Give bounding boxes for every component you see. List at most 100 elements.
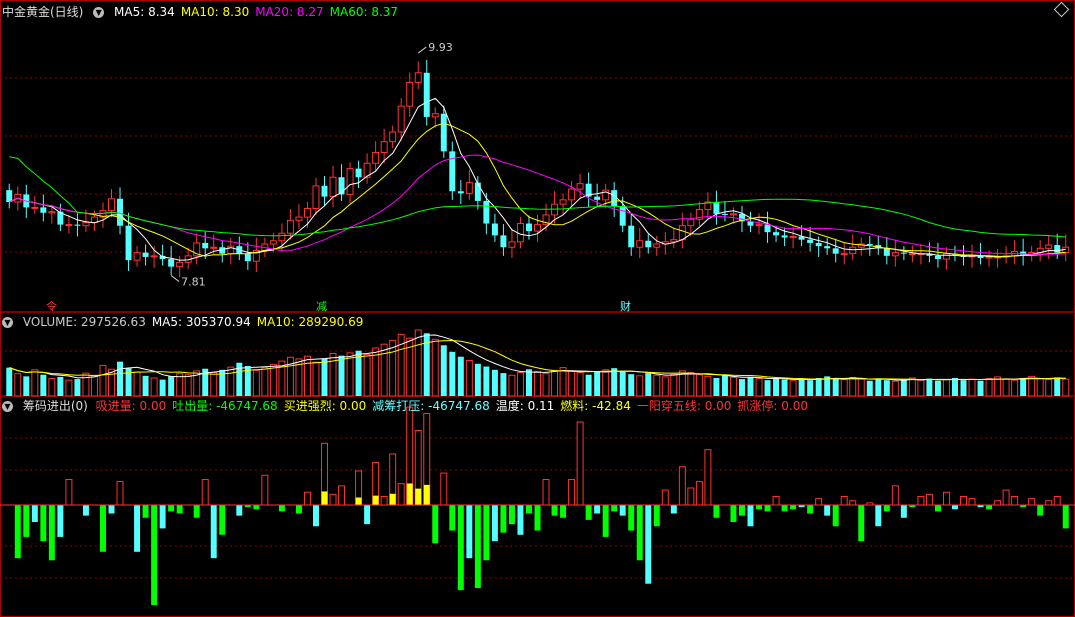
candle-body xyxy=(31,206,39,209)
candle-body xyxy=(849,246,857,255)
volume-bar xyxy=(687,372,695,397)
volume-panel-header: ▼ VOLUME: 297526.63 MA5: 305370.94 MA10: 2… xyxy=(2,314,375,330)
indicator-bar xyxy=(219,505,226,535)
legend-value: 买进强烈: 0.00 xyxy=(283,399,367,413)
volume-bar xyxy=(1002,378,1010,397)
volume-bar xyxy=(99,364,107,397)
volume-bar xyxy=(585,374,592,396)
volume-bar xyxy=(508,374,516,397)
indicator-bar xyxy=(397,483,405,506)
volume-bar xyxy=(516,372,524,397)
volume-bar xyxy=(227,366,235,397)
indicator-bar xyxy=(611,505,618,512)
volume-bar xyxy=(1020,378,1027,396)
indicator-bar xyxy=(491,505,498,542)
volume-bar xyxy=(926,378,933,396)
high-price-label: 9.93 xyxy=(428,41,453,54)
candle-body xyxy=(678,225,686,241)
indicator-bar xyxy=(159,505,166,529)
indicator-bar xyxy=(1053,495,1061,506)
indicator-bar xyxy=(31,505,38,523)
event-marker[interactable]: 财 xyxy=(620,298,631,314)
event-marker[interactable]: 令 xyxy=(46,298,57,314)
candle-body xyxy=(628,225,635,248)
indicator-bar xyxy=(134,505,141,552)
volume-bar xyxy=(942,379,950,397)
candle-body xyxy=(372,151,380,164)
indicator-bar xyxy=(756,505,763,510)
indicator-strong-bar xyxy=(389,493,396,505)
volume-bar xyxy=(985,378,993,397)
indicator-bar xyxy=(687,487,695,506)
legend-value: 抓涨停: 0.00 xyxy=(737,399,808,413)
volume-bar xyxy=(133,371,141,397)
volume-bar xyxy=(440,345,447,396)
indicator-bar xyxy=(261,474,269,506)
indicator-bar xyxy=(57,505,64,537)
volume-bar xyxy=(449,351,456,396)
candle-body xyxy=(645,240,652,248)
collapse-toggle-icon[interactable]: ▼ xyxy=(93,7,105,18)
candle-body xyxy=(329,176,337,198)
indicator-bar xyxy=(108,505,115,514)
candle-body xyxy=(729,213,737,216)
candle-body xyxy=(303,207,311,218)
candle-body xyxy=(457,191,464,194)
indicator-bar xyxy=(619,505,626,516)
volume-bar xyxy=(57,376,64,396)
indicator-bar xyxy=(48,505,55,561)
indicator-bar xyxy=(14,505,21,559)
volume-bar xyxy=(594,372,601,396)
indicator-strong-bar xyxy=(372,495,379,505)
volume-bar xyxy=(261,367,269,397)
indicator-bar xyxy=(303,491,311,506)
indicator-bar xyxy=(925,493,933,506)
volume-bar xyxy=(849,376,857,397)
candle-body xyxy=(117,198,124,226)
volume-bar xyxy=(628,374,635,396)
indicator-bar xyxy=(781,505,788,512)
volume-bar xyxy=(184,374,192,397)
candle-body xyxy=(176,261,184,268)
volume-bar xyxy=(6,367,13,396)
low-price-label: 7.81 xyxy=(181,276,206,289)
candle-body xyxy=(807,239,814,243)
indicator-bar xyxy=(466,505,473,559)
legend-value: MA5: 8.34 xyxy=(114,5,175,19)
main-panel-header: 中金黄金(日线) ▼ MA5: 8.34 MA10: 8.30 MA20: 8.27… xyxy=(2,4,410,20)
indicator-bar xyxy=(525,505,532,514)
volume-bar xyxy=(1011,379,1019,397)
indicator-bar xyxy=(653,505,660,527)
indicator-bar xyxy=(278,505,285,512)
indicator-bar xyxy=(790,505,797,510)
low-pointer xyxy=(170,275,180,282)
volume-bar xyxy=(551,369,559,397)
candle-body xyxy=(380,141,388,153)
candle-body xyxy=(576,183,584,190)
collapse-toggle-icon[interactable]: ▼ xyxy=(2,317,13,328)
volume-bar xyxy=(773,378,780,396)
candle-body xyxy=(295,216,303,221)
indicator-bar xyxy=(295,505,302,514)
candle-body xyxy=(934,255,941,260)
volume-bar xyxy=(90,374,98,397)
indicator-bar xyxy=(338,485,346,506)
volume-bar xyxy=(645,373,652,396)
volume-bar xyxy=(764,380,771,396)
stock-chart-canvas[interactable]: 9.93 7.81 xyxy=(0,0,1075,617)
event-marker[interactable]: 减 xyxy=(316,298,327,314)
volume-bar xyxy=(465,360,473,397)
indicator-bar xyxy=(602,505,609,537)
volume-bar xyxy=(602,369,610,397)
volume-bar xyxy=(704,375,712,397)
candle-body xyxy=(125,225,132,261)
candle-body xyxy=(508,241,516,248)
candle-body xyxy=(611,190,618,207)
candle-body xyxy=(789,235,797,239)
candle-body xyxy=(65,224,73,227)
volume-bar xyxy=(900,379,907,396)
high-pointer xyxy=(417,46,427,54)
collapse-toggle-icon[interactable]: ▼ xyxy=(2,401,13,412)
volume-bar xyxy=(159,379,166,396)
volume-bar xyxy=(960,380,967,396)
